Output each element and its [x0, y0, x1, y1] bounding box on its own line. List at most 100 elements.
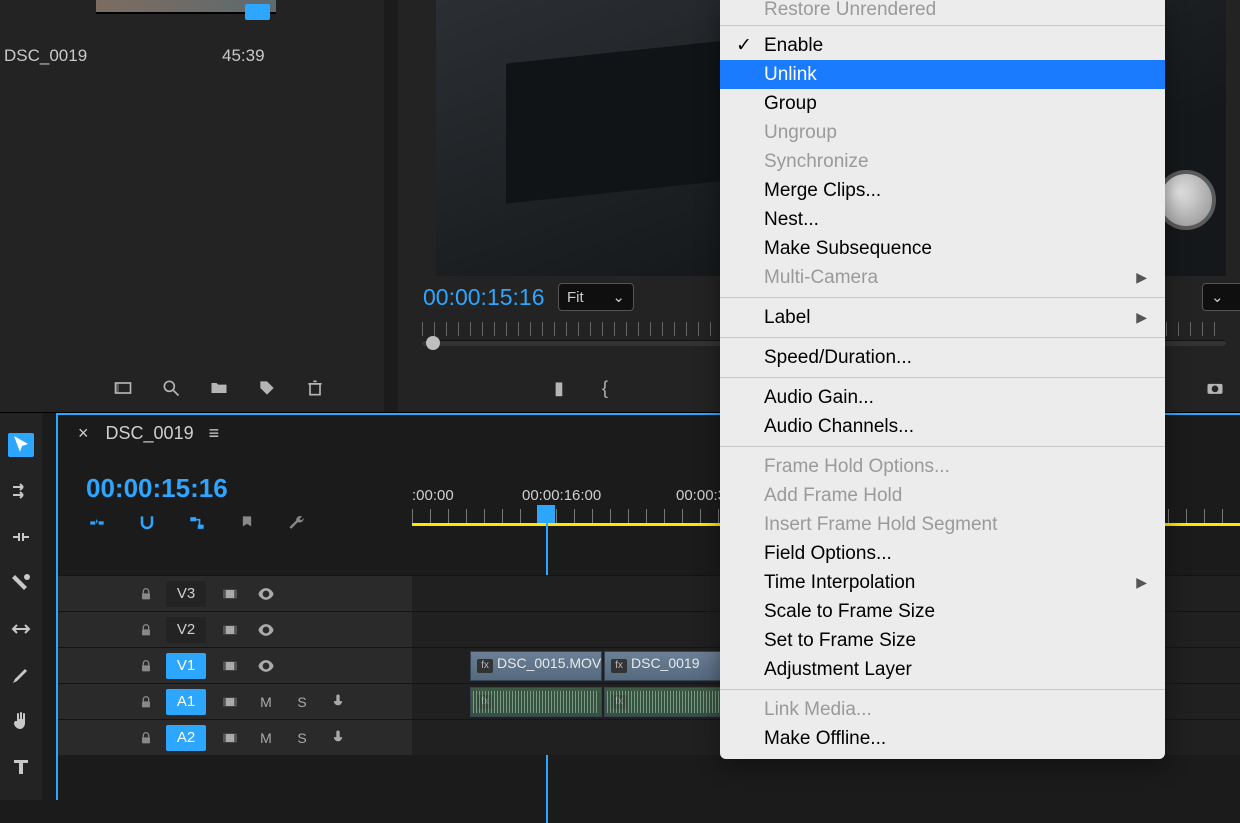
track-label[interactable]: A2 — [166, 725, 206, 751]
track-label[interactable]: A1 — [166, 689, 206, 715]
menu-item-enable[interactable]: ✓Enable — [720, 31, 1165, 60]
linked-selection-icon[interactable] — [186, 513, 208, 533]
audio-clip[interactable]: fx — [470, 687, 602, 717]
menu-item-add-frame-hold: Add Frame Hold — [720, 481, 1165, 510]
mic-icon[interactable] — [326, 692, 350, 712]
monitor-timecode[interactable]: 00:00:15:16 — [423, 284, 545, 311]
menu-item-set-to-frame-size[interactable]: Set to Frame Size — [720, 626, 1165, 655]
track-output-icon[interactable] — [218, 692, 242, 712]
menu-item-label[interactable]: Label▶ — [720, 303, 1165, 332]
solo-button[interactable]: S — [290, 692, 314, 712]
playhead[interactable] — [537, 505, 555, 523]
project-panel: DSC_0019 45:39 — [0, 0, 384, 412]
clip-context-menu: Restore Unrendered✓EnableUnlinkGroupUngr… — [720, 0, 1165, 759]
lock-icon[interactable] — [138, 622, 154, 638]
sequence-name: DSC_0019 — [106, 423, 194, 443]
menu-item-label: Make Offline... — [764, 728, 886, 750]
menu-separator — [720, 377, 1165, 378]
mute-button[interactable]: M — [254, 728, 278, 748]
lock-icon[interactable] — [138, 730, 154, 746]
lock-icon[interactable] — [138, 586, 154, 602]
eye-icon[interactable] — [254, 656, 278, 676]
trash-icon[interactable] — [304, 378, 326, 398]
marker-icon[interactable]: ▮ — [548, 378, 570, 398]
resolution-dropdown[interactable]: ⌄ — [1202, 283, 1240, 311]
mic-icon[interactable] — [326, 728, 350, 748]
menu-item-make-subsequence[interactable]: Make Subsequence — [720, 234, 1165, 263]
menu-separator — [720, 689, 1165, 690]
folder-icon[interactable] — [208, 378, 230, 398]
menu-item-merge-clips[interactable]: Merge Clips... — [720, 176, 1165, 205]
submenu-arrow-icon: ▶ — [1136, 309, 1147, 326]
track-header[interactable]: A2 MS — [58, 720, 412, 755]
menu-item-label: Synchronize — [764, 151, 869, 173]
menu-item-label: Field Options... — [764, 543, 892, 565]
razor-tool[interactable] — [8, 571, 34, 595]
check-icon: ✓ — [736, 34, 752, 57]
snap-icon[interactable] — [136, 513, 158, 533]
in-point-icon[interactable]: { — [594, 378, 616, 398]
panel-menu-icon[interactable]: ≡ — [209, 423, 216, 443]
menu-item-adjustment-layer[interactable]: Adjustment Layer — [720, 655, 1165, 684]
menu-item-scale-to-frame-size[interactable]: Scale to Frame Size — [720, 597, 1165, 626]
menu-item-time-interpolation[interactable]: Time Interpolation▶ — [720, 568, 1165, 597]
menu-item-unlink[interactable]: Unlink — [720, 60, 1165, 89]
timeline-tools — [0, 413, 42, 800]
eye-icon[interactable] — [254, 584, 278, 604]
hand-tool[interactable] — [8, 709, 34, 733]
type-tool[interactable] — [8, 755, 34, 779]
menu-item-synchronize: Synchronize — [720, 147, 1165, 176]
track-header[interactable]: V3 — [58, 576, 412, 611]
track-header[interactable]: V2 — [58, 612, 412, 647]
timeline-timecode[interactable]: 00:00:15:16 — [86, 473, 228, 504]
eye-icon[interactable] — [254, 620, 278, 640]
menu-separator — [720, 297, 1165, 298]
menu-item-ungroup: Ungroup — [720, 118, 1165, 147]
marker-icon[interactable] — [236, 513, 258, 533]
slip-tool[interactable] — [8, 617, 34, 641]
menu-item-field-options[interactable]: Field Options... — [720, 539, 1165, 568]
track-label[interactable]: V1 — [166, 653, 206, 679]
track-header[interactable]: V1 — [58, 648, 412, 683]
menu-item-make-offline[interactable]: Make Offline... — [720, 724, 1165, 753]
ripple-tool[interactable] — [8, 525, 34, 549]
close-icon[interactable]: × — [78, 423, 89, 443]
pen-tool[interactable] — [8, 663, 34, 687]
clip-name[interactable]: DSC_0019 — [4, 46, 87, 66]
menu-item-nest[interactable]: Nest... — [720, 205, 1165, 234]
lock-icon[interactable] — [138, 658, 154, 674]
track-select-tool[interactable] — [8, 479, 34, 503]
menu-item-speed-duration[interactable]: Speed/Duration... — [720, 343, 1165, 372]
mute-button[interactable]: M — [254, 692, 278, 712]
track-output-icon[interactable] — [218, 620, 242, 640]
track-label[interactable]: V2 — [166, 617, 206, 643]
selection-tool[interactable] — [8, 433, 34, 457]
zoom-fit-dropdown[interactable]: Fit ⌄ — [558, 283, 634, 311]
menu-item-group[interactable]: Group — [720, 89, 1165, 118]
filmstrip-icon[interactable] — [112, 378, 134, 398]
track-label[interactable]: V3 — [166, 581, 206, 607]
menu-item-label: Set to Frame Size — [764, 630, 916, 652]
search-icon[interactable] — [160, 378, 182, 398]
menu-item-audio-gain[interactable]: Audio Gain... — [720, 383, 1165, 412]
menu-item-label: Unlink — [764, 64, 817, 86]
tag-icon[interactable] — [256, 378, 278, 398]
menu-item-label: Group — [764, 93, 817, 115]
solo-button[interactable]: S — [290, 728, 314, 748]
camera-icon[interactable] — [1204, 378, 1226, 398]
menu-item-label: Time Interpolation — [764, 572, 915, 594]
track-output-icon[interactable] — [218, 584, 242, 604]
track-output-icon[interactable] — [218, 728, 242, 748]
menu-item-frame-hold-options: Frame Hold Options... — [720, 452, 1165, 481]
menu-item-label: Adjustment Layer — [764, 659, 912, 681]
track-output-icon[interactable] — [218, 656, 242, 676]
track-header[interactable]: A1 MS — [58, 684, 412, 719]
lock-icon[interactable] — [138, 694, 154, 710]
video-clip[interactable]: fxDSC_0015.MOV [ — [470, 651, 602, 681]
menu-item-multi-camera: Multi-Camera▶ — [720, 263, 1165, 292]
wrench-icon[interactable] — [286, 513, 308, 533]
insert-mode-icon[interactable] — [86, 513, 108, 533]
menu-item-audio-channels[interactable]: Audio Channels... — [720, 412, 1165, 441]
timeline-tab[interactable]: × DSC_0019 ≡ — [78, 423, 215, 444]
clip-usage-badge — [245, 4, 270, 20]
